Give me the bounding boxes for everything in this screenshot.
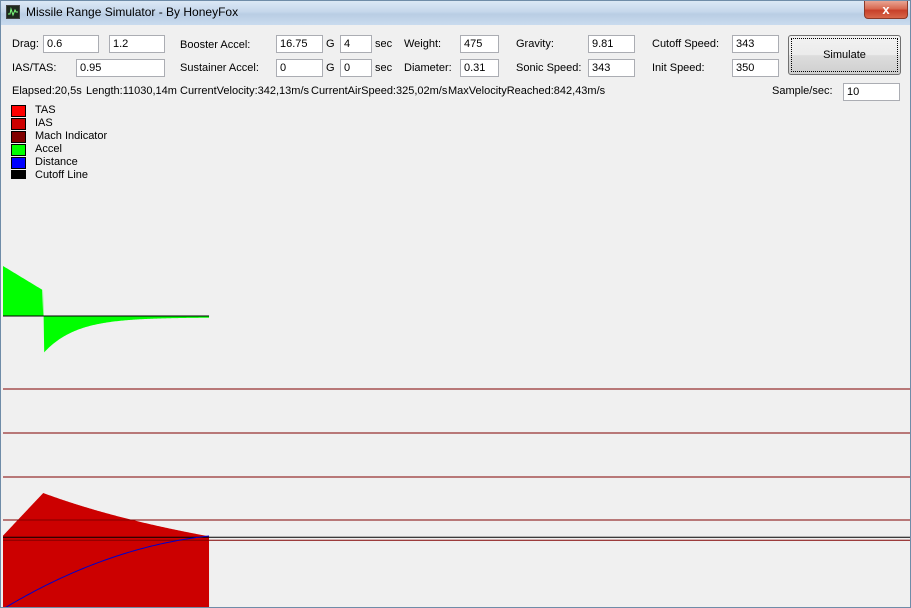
simulate-button[interactable]: Simulate xyxy=(788,35,901,75)
legend-label: Cutoff Line xyxy=(35,169,89,179)
close-button[interactable]: x xyxy=(864,1,908,19)
max-velocity-readout: MaxVelocityReached:842,43m/s xyxy=(448,85,606,97)
legend-swatch xyxy=(11,157,26,169)
init-speed-label: Init Speed: xyxy=(652,62,705,74)
legend-label: TAS xyxy=(35,105,56,116)
booster-g-unit: G xyxy=(326,38,335,50)
legend-label: IAS xyxy=(35,117,53,129)
sustainer-sec-field[interactable] xyxy=(340,59,372,77)
legend-swatch xyxy=(11,144,26,156)
ias-tas-field[interactable] xyxy=(76,59,165,77)
gravity-label: Gravity: xyxy=(516,38,554,50)
legend-label: Accel xyxy=(35,143,62,155)
current-velocity-readout: CurrentVelocity:342,13m/s xyxy=(180,85,310,97)
sample-rate-field[interactable] xyxy=(843,83,900,101)
sonic-speed-field[interactable] xyxy=(588,59,635,77)
current-airspeed-readout: CurrentAirSpeed:325,02m/s xyxy=(311,85,448,97)
sustainer-accel-label: Sustainer Accel: xyxy=(180,62,259,74)
sample-rate-label: Sample/sec: xyxy=(772,85,833,97)
weight-label: Weight: xyxy=(404,38,442,50)
client-area: Drag: Booster Accel: G sec Weight: Gravi… xyxy=(3,25,910,607)
legend-swatch xyxy=(11,105,26,117)
diameter-field[interactable] xyxy=(460,59,499,77)
chart-legend: TAS IAS Mach Indicator Accel Distance Cutoff … xyxy=(3,105,133,179)
sustainer-g-unit: G xyxy=(326,62,335,74)
legend-label: Distance xyxy=(35,156,78,168)
legend-swatch xyxy=(11,118,26,130)
legend-label: Mach Indicator xyxy=(35,130,108,142)
app-window: Missile Range Simulator - By HoneyFox x … xyxy=(0,0,911,608)
close-icon: x xyxy=(882,2,890,17)
diameter-label: Diameter: xyxy=(404,62,452,74)
drag-label: Drag: xyxy=(12,38,39,50)
drag-b-field[interactable] xyxy=(109,35,165,53)
init-speed-field[interactable] xyxy=(732,59,779,77)
booster-sec-field[interactable] xyxy=(340,35,372,53)
legend-swatch xyxy=(11,131,26,143)
weight-field[interactable] xyxy=(460,35,499,53)
cutoff-speed-field[interactable] xyxy=(732,35,779,53)
gravity-field[interactable] xyxy=(588,35,635,53)
simulation-plot xyxy=(3,266,910,607)
tas-area xyxy=(3,493,210,607)
oscilloscope-icon xyxy=(6,5,20,19)
accel-area xyxy=(3,266,210,353)
window-title: Missile Range Simulator - By HoneyFox xyxy=(26,5,239,19)
sustainer-accel-field[interactable] xyxy=(276,59,323,77)
booster-accel-field[interactable] xyxy=(276,35,323,53)
cutoff-speed-label: Cutoff Speed: xyxy=(652,38,720,50)
sonic-speed-label: Sonic Speed: xyxy=(516,62,582,74)
title-bar[interactable]: Missile Range Simulator - By HoneyFox x xyxy=(1,1,910,25)
elapsed-readout: Elapsed:20,5s xyxy=(12,85,82,97)
length-readout: Length:11030,14m xyxy=(86,85,177,97)
ias-tas-label: IAS/TAS: xyxy=(12,62,57,74)
drag-a-field[interactable] xyxy=(43,35,99,53)
booster-accel-label: Booster Accel: xyxy=(180,39,251,51)
legend-swatch xyxy=(11,170,26,179)
booster-sec-unit: sec xyxy=(375,38,393,50)
sustainer-sec-unit: sec xyxy=(375,62,393,74)
